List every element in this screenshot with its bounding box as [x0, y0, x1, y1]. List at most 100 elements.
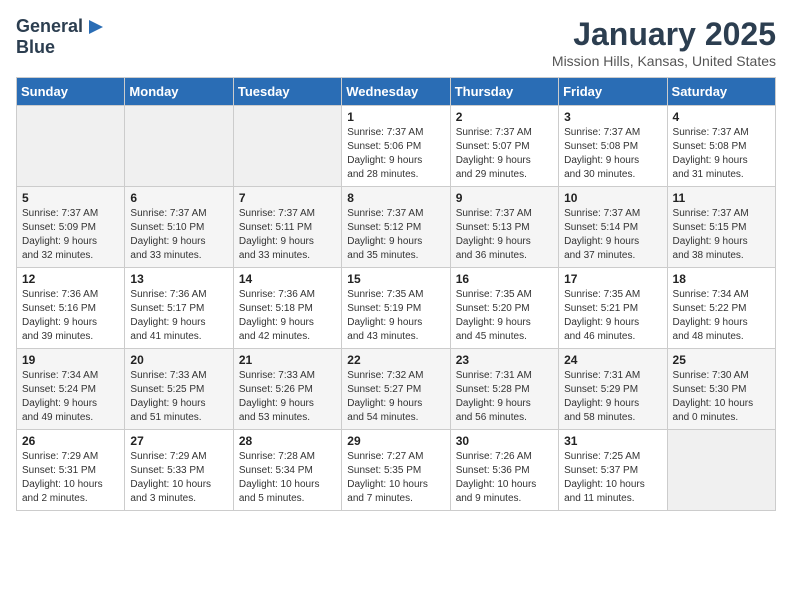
day-content: Sunrise: 7:37 AM Sunset: 5:12 PM Dayligh…	[347, 207, 444, 263]
calendar-header-row: SundayMondayTuesdayWednesdayThursdayFrid…	[17, 78, 776, 106]
calendar-table: SundayMondayTuesdayWednesdayThursdayFrid…	[16, 77, 776, 511]
calendar-cell: 12 Sunrise: 7:36 AM Sunset: 5:16 PM Dayli…	[17, 268, 125, 349]
calendar-cell: 3 Sunrise: 7:37 AM Sunset: 5:08 PM Daylig…	[559, 106, 667, 187]
weekday-header-monday: Monday	[125, 78, 233, 106]
weekday-header-friday: Friday	[559, 78, 667, 106]
day-number: 12	[22, 272, 119, 286]
day-content: Sunrise: 7:29 AM Sunset: 5:33 PM Dayligh…	[130, 450, 227, 506]
day-content: Sunrise: 7:37 AM Sunset: 5:11 PM Dayligh…	[239, 207, 336, 263]
day-number: 13	[130, 272, 227, 286]
day-content: Sunrise: 7:37 AM Sunset: 5:14 PM Dayligh…	[564, 207, 661, 263]
weekday-header-wednesday: Wednesday	[342, 78, 450, 106]
day-content: Sunrise: 7:32 AM Sunset: 5:27 PM Dayligh…	[347, 369, 444, 425]
day-content: Sunrise: 7:30 AM Sunset: 5:30 PM Dayligh…	[673, 369, 770, 425]
day-content: Sunrise: 7:34 AM Sunset: 5:22 PM Dayligh…	[673, 288, 770, 344]
day-number: 9	[456, 191, 553, 205]
day-number: 3	[564, 110, 661, 124]
day-content: Sunrise: 7:36 AM Sunset: 5:17 PM Dayligh…	[130, 288, 227, 344]
calendar-cell: 23 Sunrise: 7:31 AM Sunset: 5:28 PM Dayli…	[450, 349, 558, 430]
day-number: 24	[564, 353, 661, 367]
calendar-cell	[125, 106, 233, 187]
page-header: General Blue January 2025 Mission Hills,…	[16, 16, 776, 69]
day-content: Sunrise: 7:35 AM Sunset: 5:21 PM Dayligh…	[564, 288, 661, 344]
day-content: Sunrise: 7:33 AM Sunset: 5:25 PM Dayligh…	[130, 369, 227, 425]
calendar-week-row: 26 Sunrise: 7:29 AM Sunset: 5:31 PM Dayli…	[17, 430, 776, 511]
logo: General Blue	[16, 16, 107, 58]
day-content: Sunrise: 7:37 AM Sunset: 5:08 PM Dayligh…	[673, 126, 770, 182]
calendar-cell: 1 Sunrise: 7:37 AM Sunset: 5:06 PM Daylig…	[342, 106, 450, 187]
calendar-cell: 13 Sunrise: 7:36 AM Sunset: 5:17 PM Dayli…	[125, 268, 233, 349]
day-content: Sunrise: 7:29 AM Sunset: 5:31 PM Dayligh…	[22, 450, 119, 506]
day-number: 20	[130, 353, 227, 367]
day-content: Sunrise: 7:36 AM Sunset: 5:18 PM Dayligh…	[239, 288, 336, 344]
calendar-cell: 11 Sunrise: 7:37 AM Sunset: 5:15 PM Dayli…	[667, 187, 775, 268]
calendar-cell: 18 Sunrise: 7:34 AM Sunset: 5:22 PM Dayli…	[667, 268, 775, 349]
day-number: 21	[239, 353, 336, 367]
calendar-week-row: 19 Sunrise: 7:34 AM Sunset: 5:24 PM Dayli…	[17, 349, 776, 430]
calendar-cell: 8 Sunrise: 7:37 AM Sunset: 5:12 PM Daylig…	[342, 187, 450, 268]
day-content: Sunrise: 7:27 AM Sunset: 5:35 PM Dayligh…	[347, 450, 444, 506]
calendar-cell: 5Sunrise: 7:37 AM Sunset: 5:09 PM Daylig…	[17, 187, 125, 268]
day-number: 31	[564, 434, 661, 448]
calendar-week-row: 12 Sunrise: 7:36 AM Sunset: 5:16 PM Dayli…	[17, 268, 776, 349]
calendar-cell: 28 Sunrise: 7:28 AM Sunset: 5:34 PM Dayli…	[233, 430, 341, 511]
calendar-cell: 22 Sunrise: 7:32 AM Sunset: 5:27 PM Dayli…	[342, 349, 450, 430]
day-number: 26	[22, 434, 119, 448]
day-number: 11	[673, 191, 770, 205]
day-number: 23	[456, 353, 553, 367]
calendar-cell: 20 Sunrise: 7:33 AM Sunset: 5:25 PM Dayli…	[125, 349, 233, 430]
calendar-cell: 25Sunrise: 7:30 AM Sunset: 5:30 PM Dayli…	[667, 349, 775, 430]
day-content: Sunrise: 7:37 AM Sunset: 5:15 PM Dayligh…	[673, 207, 770, 263]
day-number: 18	[673, 272, 770, 286]
day-content: Sunrise: 7:37 AM Sunset: 5:10 PM Dayligh…	[130, 207, 227, 263]
logo-general: General	[16, 17, 83, 37]
day-content: Sunrise: 7:37 AM Sunset: 5:06 PM Dayligh…	[347, 126, 444, 182]
day-content: Sunrise: 7:37 AM Sunset: 5:13 PM Dayligh…	[456, 207, 553, 263]
day-content: Sunrise: 7:31 AM Sunset: 5:29 PM Dayligh…	[564, 369, 661, 425]
day-number: 30	[456, 434, 553, 448]
day-content: Sunrise: 7:28 AM Sunset: 5:34 PM Dayligh…	[239, 450, 336, 506]
day-content: Sunrise: 7:35 AM Sunset: 5:20 PM Dayligh…	[456, 288, 553, 344]
calendar-cell	[17, 106, 125, 187]
day-number: 1	[347, 110, 444, 124]
calendar-cell: 4 Sunrise: 7:37 AM Sunset: 5:08 PM Daylig…	[667, 106, 775, 187]
day-content: Sunrise: 7:25 AM Sunset: 5:37 PM Dayligh…	[564, 450, 661, 506]
calendar-cell: 16Sunrise: 7:35 AM Sunset: 5:20 PM Dayli…	[450, 268, 558, 349]
calendar-cell: 30 Sunrise: 7:26 AM Sunset: 5:36 PM Dayli…	[450, 430, 558, 511]
calendar-cell: 29 Sunrise: 7:27 AM Sunset: 5:35 PM Dayli…	[342, 430, 450, 511]
day-content: Sunrise: 7:26 AM Sunset: 5:36 PM Dayligh…	[456, 450, 553, 506]
weekday-header-thursday: Thursday	[450, 78, 558, 106]
calendar-cell	[667, 430, 775, 511]
day-content: Sunrise: 7:31 AM Sunset: 5:28 PM Dayligh…	[456, 369, 553, 425]
day-content: Sunrise: 7:37 AM Sunset: 5:07 PM Dayligh…	[456, 126, 553, 182]
day-content: Sunrise: 7:33 AM Sunset: 5:26 PM Dayligh…	[239, 369, 336, 425]
day-number: 4	[673, 110, 770, 124]
day-number: 17	[564, 272, 661, 286]
day-number: 8	[347, 191, 444, 205]
day-number: 29	[347, 434, 444, 448]
calendar-cell: 6 Sunrise: 7:37 AM Sunset: 5:10 PM Daylig…	[125, 187, 233, 268]
day-number: 28	[239, 434, 336, 448]
day-content: Sunrise: 7:37 AM Sunset: 5:08 PM Dayligh…	[564, 126, 661, 182]
day-content: Sunrise: 7:34 AM Sunset: 5:24 PM Dayligh…	[22, 369, 119, 425]
day-number: 27	[130, 434, 227, 448]
day-content: Sunrise: 7:36 AM Sunset: 5:16 PM Dayligh…	[22, 288, 119, 344]
calendar-cell: 26 Sunrise: 7:29 AM Sunset: 5:31 PM Dayli…	[17, 430, 125, 511]
weekday-header-tuesday: Tuesday	[233, 78, 341, 106]
day-number: 22	[347, 353, 444, 367]
day-number: 6	[130, 191, 227, 205]
calendar-cell: 27 Sunrise: 7:29 AM Sunset: 5:33 PM Dayli…	[125, 430, 233, 511]
day-number: 19	[22, 353, 119, 367]
day-content: Sunrise: 7:35 AM Sunset: 5:19 PM Dayligh…	[347, 288, 444, 344]
calendar-cell: 14 Sunrise: 7:36 AM Sunset: 5:18 PM Dayli…	[233, 268, 341, 349]
calendar-cell: 19 Sunrise: 7:34 AM Sunset: 5:24 PM Dayli…	[17, 349, 125, 430]
calendar-cell: 31 Sunrise: 7:25 AM Sunset: 5:37 PM Dayli…	[559, 430, 667, 511]
calendar-cell: 15Sunrise: 7:35 AM Sunset: 5:19 PM Dayli…	[342, 268, 450, 349]
calendar-week-row: 5Sunrise: 7:37 AM Sunset: 5:09 PM Daylig…	[17, 187, 776, 268]
logo-arrow-icon	[85, 16, 107, 38]
weekday-header-saturday: Saturday	[667, 78, 775, 106]
calendar-week-row: 1 Sunrise: 7:37 AM Sunset: 5:06 PM Daylig…	[17, 106, 776, 187]
day-number: 14	[239, 272, 336, 286]
calendar-cell: 24 Sunrise: 7:31 AM Sunset: 5:29 PM Dayli…	[559, 349, 667, 430]
day-content: Sunrise: 7:37 AM Sunset: 5:09 PM Dayligh…	[22, 207, 119, 263]
